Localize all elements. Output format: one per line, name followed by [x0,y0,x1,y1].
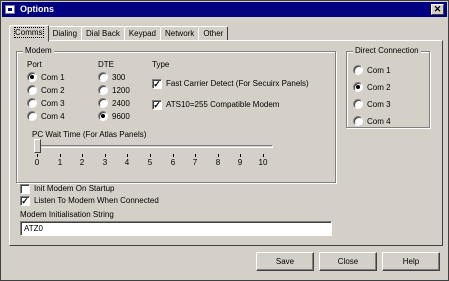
direct-connection-label: Direct Connection [353,46,421,56]
modem-port-com3[interactable]: Com 3 [27,98,65,108]
slider-tick [82,154,83,157]
slider-tick [127,154,128,157]
slider-tick [195,154,196,157]
radio-dot [353,116,363,126]
close-window-button[interactable]: ✕ [431,4,444,15]
radio-dot [27,72,37,82]
port-header: Port [27,60,42,69]
radio-dot [353,65,363,75]
checkbox-box: ✓ [152,78,162,89]
slider-tick [173,154,174,157]
init-string-input[interactable]: ATZ0 [20,221,332,236]
slider-tick-label: 3 [102,158,108,167]
comms-panel: Modem Port Com 1 Com 2 Com 3 Com 4 DTE 3… [9,40,443,246]
tab-other[interactable]: Other [198,26,229,41]
slider-tick [240,154,241,157]
radio-dot [27,98,37,108]
slider-tick-label: 7 [192,158,198,167]
radio-dot [353,82,363,92]
save-button[interactable]: Save [256,252,314,271]
type-header: Type [152,60,170,69]
modem-port-com2[interactable]: Com 2 [27,85,65,95]
slider-tick [263,154,264,157]
ats10-compatible-checkbox[interactable]: ✓ ATS10=255 Compatible Modem [152,99,279,110]
slider-tick-label: 2 [79,158,85,167]
title-bar[interactable]: Options ✕ [2,2,447,17]
tab-dialing[interactable]: Dialing [47,26,83,41]
slider-tick-label: 5 [147,158,153,167]
tab-strip: Comms Dialing Dial Back Keypad Network O… [9,25,229,42]
radio-dot [353,99,363,109]
init-modem-checkbox[interactable]: Init Modem On Startup [20,183,114,194]
fast-carrier-detect-checkbox[interactable]: ✓ Fast Carrier Detect (For Secuirx Panels… [152,78,309,89]
slider-tick [37,154,38,157]
init-string-label: Modem Initialisation String [20,210,114,219]
radio-dot [27,111,37,121]
radio-dot [98,85,108,95]
dte-header: DTE [98,60,114,69]
slider-tick-label: 1 [57,158,63,167]
checkbox-box: ✓ [20,195,30,206]
modem-port-com4[interactable]: Com 4 [27,111,65,121]
wait-time-label: PC Wait Time (For Atlas Panels) [32,130,147,139]
slider-tick-label: 10 [258,158,268,167]
slider-tick-label: 0 [34,158,40,167]
tab-keypad[interactable]: Keypad [123,26,161,41]
checkbox-box [20,183,30,194]
slider-tick-label: 8 [215,158,221,167]
dte-2400[interactable]: 2400 [98,98,130,108]
direct-port-com2[interactable]: Com 2 [353,82,391,92]
direct-connection-group: Direct Connection Com 1 Com 2 Com 3 Com … [346,46,430,128]
checkbox-box: ✓ [152,99,162,110]
slider-tick [218,154,219,157]
app-icon [5,5,15,14]
modem-group-label: Modem [23,46,54,56]
tab-dial-back[interactable]: Dial Back [81,26,125,41]
radio-dot [27,85,37,95]
direct-port-com4[interactable]: Com 4 [353,116,391,126]
radio-dot [98,72,108,82]
direct-port-com3[interactable]: Com 3 [353,99,391,109]
slider-tick [60,154,61,157]
dte-9600[interactable]: 9600 [98,111,130,121]
help-button[interactable]: Help [382,252,440,271]
direct-port-com1[interactable]: Com 1 [353,65,391,75]
wait-time-slider-thumb[interactable] [34,139,41,153]
slider-tick [150,154,151,157]
options-dialog: Options ✕ Comms Dialing Dial Back Keypad… [0,0,449,281]
close-button[interactable]: Close [319,252,377,271]
slider-tick-label: 9 [237,158,243,167]
tab-comms[interactable]: Comms [9,25,49,42]
wait-time-slider-track[interactable] [37,145,273,148]
window-title: Options [20,4,54,14]
dte-1200[interactable]: 1200 [98,85,130,95]
radio-dot [98,98,108,108]
tab-network[interactable]: Network [159,26,200,41]
slider-tick [105,154,106,157]
modem-port-com1[interactable]: Com 1 [27,72,65,82]
slider-tick-label: 4 [124,158,130,167]
slider-tick-label: 6 [170,158,176,167]
radio-dot [98,111,108,121]
listen-modem-checkbox[interactable]: ✓ Listen To Modem When Connected [20,195,159,206]
dte-300[interactable]: 300 [98,72,125,82]
